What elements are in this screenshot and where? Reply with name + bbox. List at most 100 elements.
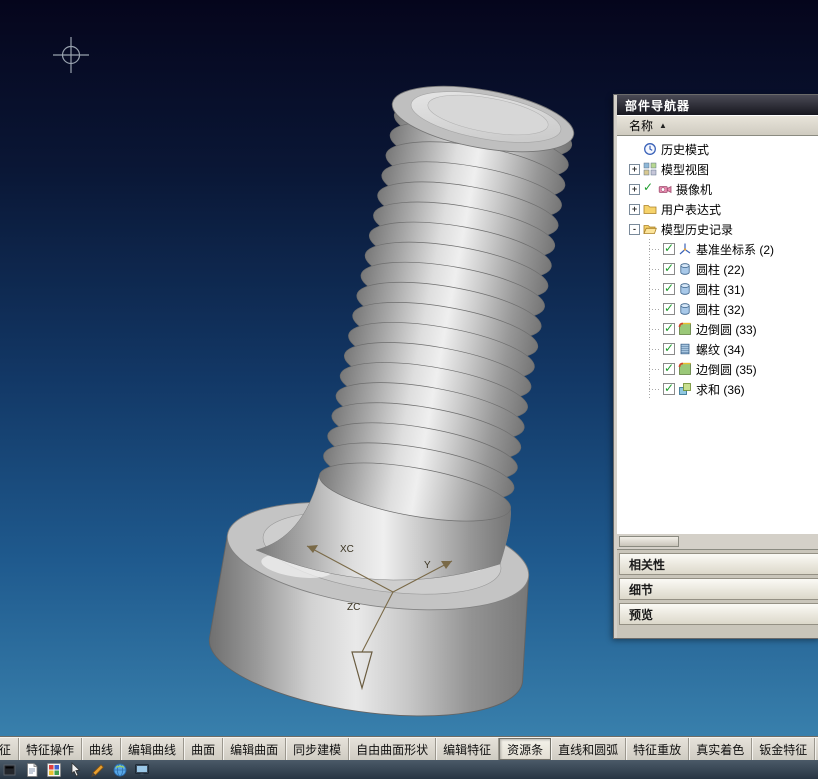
bolt-threads xyxy=(319,101,573,522)
checkbox-checked-icon[interactable] xyxy=(663,261,675,275)
tree-item-unite-36[interactable]: 求和 (36) xyxy=(617,379,818,399)
toolbar-tab[interactable]: 特征操作 xyxy=(19,738,83,760)
cylinder-icon xyxy=(678,282,693,296)
panel-footer xyxy=(617,627,818,638)
checkbox-checked-icon[interactable] xyxy=(663,301,675,315)
camera-icon xyxy=(658,182,673,196)
model-views-icon xyxy=(643,162,658,176)
thread-icon xyxy=(678,342,693,356)
checkbox-checked-icon[interactable] xyxy=(663,381,675,395)
toolbar-tab[interactable]: 资源条 xyxy=(499,738,552,760)
tree-item-cylinder-32[interactable]: 圆柱 (32) xyxy=(617,299,818,319)
tree-connector xyxy=(649,239,661,259)
section-preview[interactable]: 预览 xyxy=(619,603,818,625)
tree-item-model-views[interactable]: + 模型视图 xyxy=(617,159,818,179)
tree-item-label: 边倒圆 (33) xyxy=(696,322,757,337)
toolbar-tab[interactable]: 曲面 xyxy=(184,738,224,760)
navigator-tree: 历史模式 + 模型视图 + 摄像机 + 用户表达式 xyxy=(617,136,818,533)
column-header-label: 名称 xyxy=(629,119,654,133)
tree-item-label: 历史模式 xyxy=(661,142,710,157)
window-icon[interactable] xyxy=(2,762,18,778)
clock-icon xyxy=(643,142,658,156)
tree-item-cylinder-31[interactable]: 圆柱 (31) xyxy=(617,279,818,299)
cylinder-icon xyxy=(678,302,693,316)
bolt-model[interactable] xyxy=(208,74,578,717)
tree-item-label: 螺纹 (34) xyxy=(696,342,745,357)
pen-icon[interactable] xyxy=(90,762,106,778)
tree-item-datum-csys[interactable]: 基准坐标系 (2) xyxy=(617,239,818,259)
tree-item-label: 圆柱 (22) xyxy=(696,262,745,277)
toolbar-tab[interactable]: 编辑特征 xyxy=(436,738,500,760)
checkbox-checked-icon[interactable] xyxy=(663,241,675,255)
unite-icon xyxy=(678,382,693,396)
part-navigator-panel: 部件导航器 名称 ▲ 历史模式 + 模型视图 + 摄像机 xyxy=(613,94,818,639)
toolbar-tabs: 特征特征操作曲线编辑曲线曲面编辑曲面同步建模自由曲面形状编辑特征资源条直线和圆弧… xyxy=(0,737,818,760)
datum-csys-icon xyxy=(678,242,693,256)
collapse-minus-icon[interactable]: - xyxy=(629,223,640,235)
toolbar-tab[interactable]: 同步建模 xyxy=(286,738,350,760)
scrollbar-thumb[interactable] xyxy=(619,536,679,547)
checkmark-icon xyxy=(643,180,655,195)
tree-item-label: 用户表达式 xyxy=(661,202,722,217)
tree-item-edge-blend-33[interactable]: 边倒圆 (33) xyxy=(617,319,818,339)
tree-item-label: 圆柱 (32) xyxy=(696,302,745,317)
cylinder-icon xyxy=(678,262,693,276)
tree-connector xyxy=(649,319,661,339)
section-details[interactable]: 细节 xyxy=(619,578,818,600)
toolbar-tab[interactable]: 编辑曲面 xyxy=(223,738,287,760)
tree-connector xyxy=(649,359,661,379)
tree-connector xyxy=(649,279,661,299)
section-dependencies[interactable]: 相关性 xyxy=(619,553,818,575)
folder-icon xyxy=(643,202,658,216)
tree-item-label: 求和 (36) xyxy=(696,382,745,397)
tree-item-edge-blend-35[interactable]: 边倒圆 (35) xyxy=(617,359,818,379)
checkbox-checked-icon[interactable] xyxy=(663,361,675,375)
tree-item-thread-34[interactable]: 螺纹 (34) xyxy=(617,339,818,359)
toolbar-tab[interactable]: 直线和圆弧 xyxy=(551,738,627,760)
tree-item-user-expressions[interactable]: + 用户表达式 xyxy=(617,199,818,219)
tree-connector xyxy=(649,379,661,399)
tree-item-model-history[interactable]: - 模型历史记录 xyxy=(617,219,818,239)
display-icon[interactable] xyxy=(134,762,150,778)
expand-plus-icon[interactable]: + xyxy=(629,183,640,195)
navigator-sections: 相关性 细节 预览 xyxy=(617,550,818,627)
palette-icon[interactable] xyxy=(46,762,62,778)
status-icon-bar xyxy=(0,760,818,779)
edge-blend-icon xyxy=(678,362,693,376)
panel-title: 部件导航器 xyxy=(617,95,818,115)
edge-blend-icon xyxy=(678,322,693,336)
pointer-icon[interactable] xyxy=(68,761,84,778)
globe-icon[interactable] xyxy=(112,762,128,778)
toolbar-tab[interactable]: 特征 xyxy=(0,738,20,760)
tree-item-cameras[interactable]: + 摄像机 xyxy=(617,179,818,199)
tree-item-label: 圆柱 (31) xyxy=(696,282,745,297)
toolbar-tab[interactable]: 特征重放 xyxy=(626,738,690,760)
wcs-x-label: XC xyxy=(340,544,354,555)
folder-open-icon xyxy=(643,222,658,236)
origin-crosshair-icon xyxy=(53,37,89,73)
tree-item-label: 模型视图 xyxy=(661,162,710,177)
checkbox-checked-icon[interactable] xyxy=(663,321,675,335)
toolbar-tab[interactable]: 钣金特征 xyxy=(752,738,816,760)
toolbar-tab[interactable]: 编辑曲线 xyxy=(121,738,185,760)
tree-connector xyxy=(649,299,661,319)
tree-item-label: 基准坐标系 (2) xyxy=(696,242,775,257)
expand-plus-icon[interactable]: + xyxy=(629,163,640,175)
document-icon[interactable] xyxy=(24,762,40,778)
tree-item-cylinder-22[interactable]: 圆柱 (22) xyxy=(617,259,818,279)
toolbar-tab[interactable]: 曲线 xyxy=(82,738,122,760)
tree-item-label: 摄像机 xyxy=(676,182,713,197)
toolbar-tab[interactable]: 自由曲面形状 xyxy=(349,738,437,760)
wcs-z-label: ZC xyxy=(347,602,360,613)
sort-ascending-icon: ▲ xyxy=(659,121,667,130)
toolbar-tab[interactable]: 真实着色 xyxy=(689,738,753,760)
checkbox-checked-icon[interactable] xyxy=(663,281,675,295)
tree-item-history-mode[interactable]: 历史模式 xyxy=(617,139,818,159)
tree-connector xyxy=(649,339,661,359)
expand-plus-icon[interactable]: + xyxy=(629,203,640,215)
name-column-header[interactable]: 名称 ▲ xyxy=(617,115,818,136)
checkbox-checked-icon[interactable] xyxy=(663,341,675,355)
horizontal-scrollbar[interactable] xyxy=(617,533,818,550)
tree-connector xyxy=(649,259,661,279)
